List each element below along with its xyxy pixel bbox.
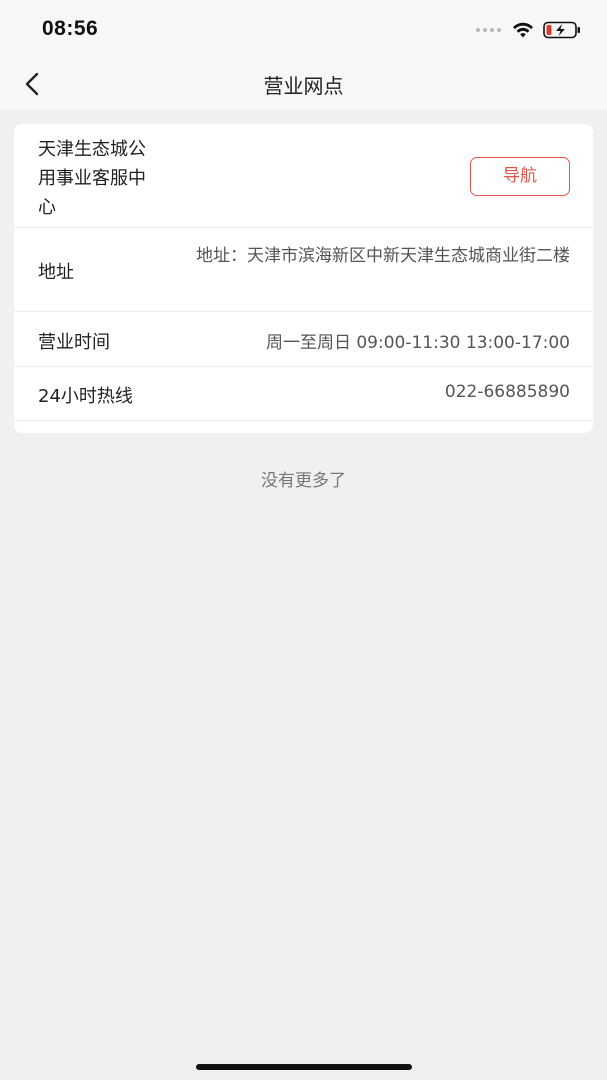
signal-icon	[476, 28, 501, 32]
battery-charging-icon	[543, 21, 580, 39]
navigate-button[interactable]: 导航	[470, 157, 570, 196]
hotline-value[interactable]: 022-66885890	[445, 382, 570, 402]
branch-name-row: 天津生态城公用事业客服中心 导航	[14, 124, 593, 228]
address-value: 地址：天津市滨海新区中新天津生态城商业街二楼	[196, 246, 570, 266]
wifi-icon	[513, 22, 533, 38]
no-more-text: 没有更多了	[261, 471, 346, 491]
hours-value: 周一至周日 09:00-11:30 13:00-17:00	[265, 333, 570, 353]
nav-bar: 营业网点	[0, 58, 607, 110]
address-label: 地址	[38, 262, 74, 283]
hotline-row[interactable]: 24小时热线 022-66885890	[14, 367, 593, 421]
hours-row: 营业时间 周一至周日 09:00-11:30 13:00-17:00	[14, 312, 593, 367]
home-indicator	[196, 1064, 412, 1070]
status-bar: 08:56	[0, 0, 607, 58]
branch-name: 天津生态城公用事业客服中心	[38, 139, 146, 218]
hotline-label: 24小时热线	[38, 386, 133, 407]
address-row: 地址 地址：天津市滨海新区中新天津生态城商业街二楼	[14, 228, 593, 312]
page-title: 营业网点	[263, 74, 344, 98]
status-icons	[476, 20, 581, 40]
status-time: 08:56	[42, 17, 99, 40]
branch-card: 天津生态城公用事业客服中心 导航 地址 地址：天津市滨海新区中新天津生态城商业街…	[14, 124, 593, 433]
hours-label: 营业时间	[38, 332, 110, 353]
